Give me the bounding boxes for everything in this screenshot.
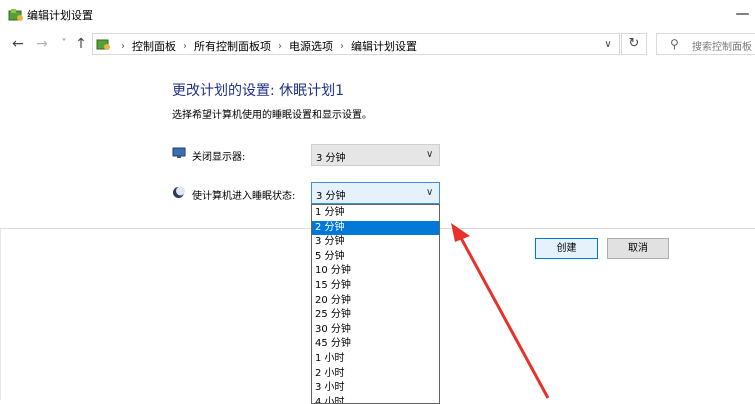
dropdown-option[interactable]: 25 分钟 [312,308,439,323]
search-icon: ⚲ [670,37,679,51]
breadcrumb-all-items[interactable]: 所有控制面板项 [194,38,271,54]
chevron-down-icon: ∨ [426,149,434,160]
arrow-head [451,223,470,242]
dropdown-option-selected[interactable]: 2 分钟 [312,220,439,236]
dropdown-option[interactable]: 20 分钟 [312,294,439,309]
dropdown-option[interactable]: 3 小时 [312,381,439,396]
breadcrumb-separator: › [121,40,125,52]
window-edge [0,229,1,400]
display-off-value: 3 分钟 [316,153,346,164]
breadcrumb-control-panel[interactable]: 控制面板 [132,38,176,54]
forward-arrow-icon[interactable]: → [34,36,50,52]
moon-icon [173,186,185,198]
breadcrumb-edit-plan[interactable]: 编辑计划设置 [351,38,417,54]
address-dropdown-icon[interactable]: ∨ [600,37,616,53]
page-title: 更改计划的设置: 休眠计划1 [172,83,345,99]
display-off-label: 关闭显示器: [192,152,246,163]
refresh-button[interactable]: ↻ [621,33,647,55]
recent-locations-icon[interactable]: ˅ [56,36,72,52]
dropdown-option[interactable]: 45 分钟 [312,337,439,352]
sleep-label: 使计算机进入睡眠状态: [192,191,296,202]
minimize-button[interactable]: — [730,0,755,30]
dropdown-option[interactable]: 3 分钟 [312,235,439,250]
window-title: 编辑计划设置 [27,9,93,22]
dropdown-option[interactable]: 5 分钟 [312,250,439,265]
sleep-dropdown-list[interactable]: 1 分钟 2 分钟 3 分钟 5 分钟 10 分钟 15 分钟 20 分钟 25… [311,204,440,404]
create-button[interactable]: 创建 [535,238,598,259]
monitor-icon [172,147,186,158]
dropdown-option[interactable]: 10 分钟 [312,264,439,279]
breadcrumb-separator: › [340,40,344,52]
breadcrumb-power-options[interactable]: 电源选项 [289,38,333,54]
dropdown-option[interactable]: 15 分钟 [312,279,439,294]
up-arrow-icon[interactable]: ↑ [73,36,89,52]
dropdown-option[interactable]: 30 分钟 [312,323,439,338]
sleep-value: 3 分钟 [316,191,346,202]
title-bar [0,0,755,30]
power-options-icon [8,9,23,21]
search-placeholder: 搜索控制面板 [692,42,752,53]
back-arrow-icon[interactable]: ← [10,36,26,52]
breadcrumb-separator: › [278,40,282,52]
page-subtitle: 选择希望计算机使用的睡眠设置和显示设置。 [172,110,372,121]
breadcrumb: › 控制面板 › 所有控制面板项 › 电源选项 › 编辑计划设置 [114,38,417,54]
cancel-button[interactable]: 取消 [607,238,669,259]
arrow-shaft [459,237,550,399]
dropdown-option[interactable]: 1 小时 [312,352,439,367]
breadcrumb-separator: › [183,40,187,52]
dropdown-option[interactable]: 2 小时 [312,367,439,382]
dropdown-option[interactable]: 1 分钟 [312,206,439,221]
chevron-down-icon: ∨ [426,187,434,198]
control-panel-icon [96,39,110,50]
